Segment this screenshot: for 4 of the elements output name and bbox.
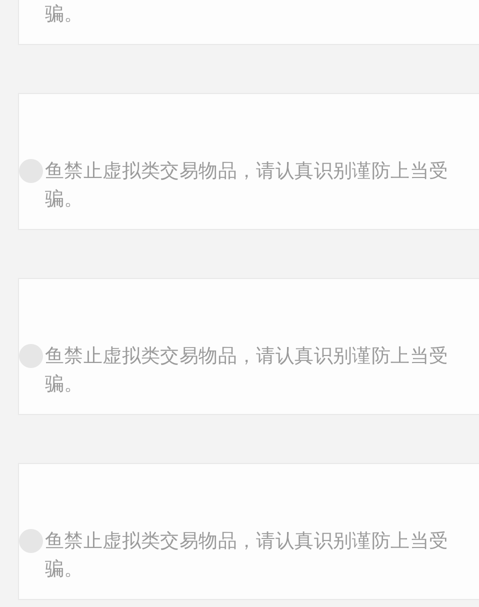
notice-text: 鱼禁止虚拟类交易物品，请认真识别谨防上当受骗。 xyxy=(45,159,450,212)
notice-text: 鱼禁止虚拟类交易物品，请认真识别谨防上当受骗。 xyxy=(45,344,450,397)
notice-text: 骗。 xyxy=(45,2,84,27)
notice-text: 鱼禁止虚拟类交易物品，请认真识别谨防上当受骗。 xyxy=(45,529,450,582)
